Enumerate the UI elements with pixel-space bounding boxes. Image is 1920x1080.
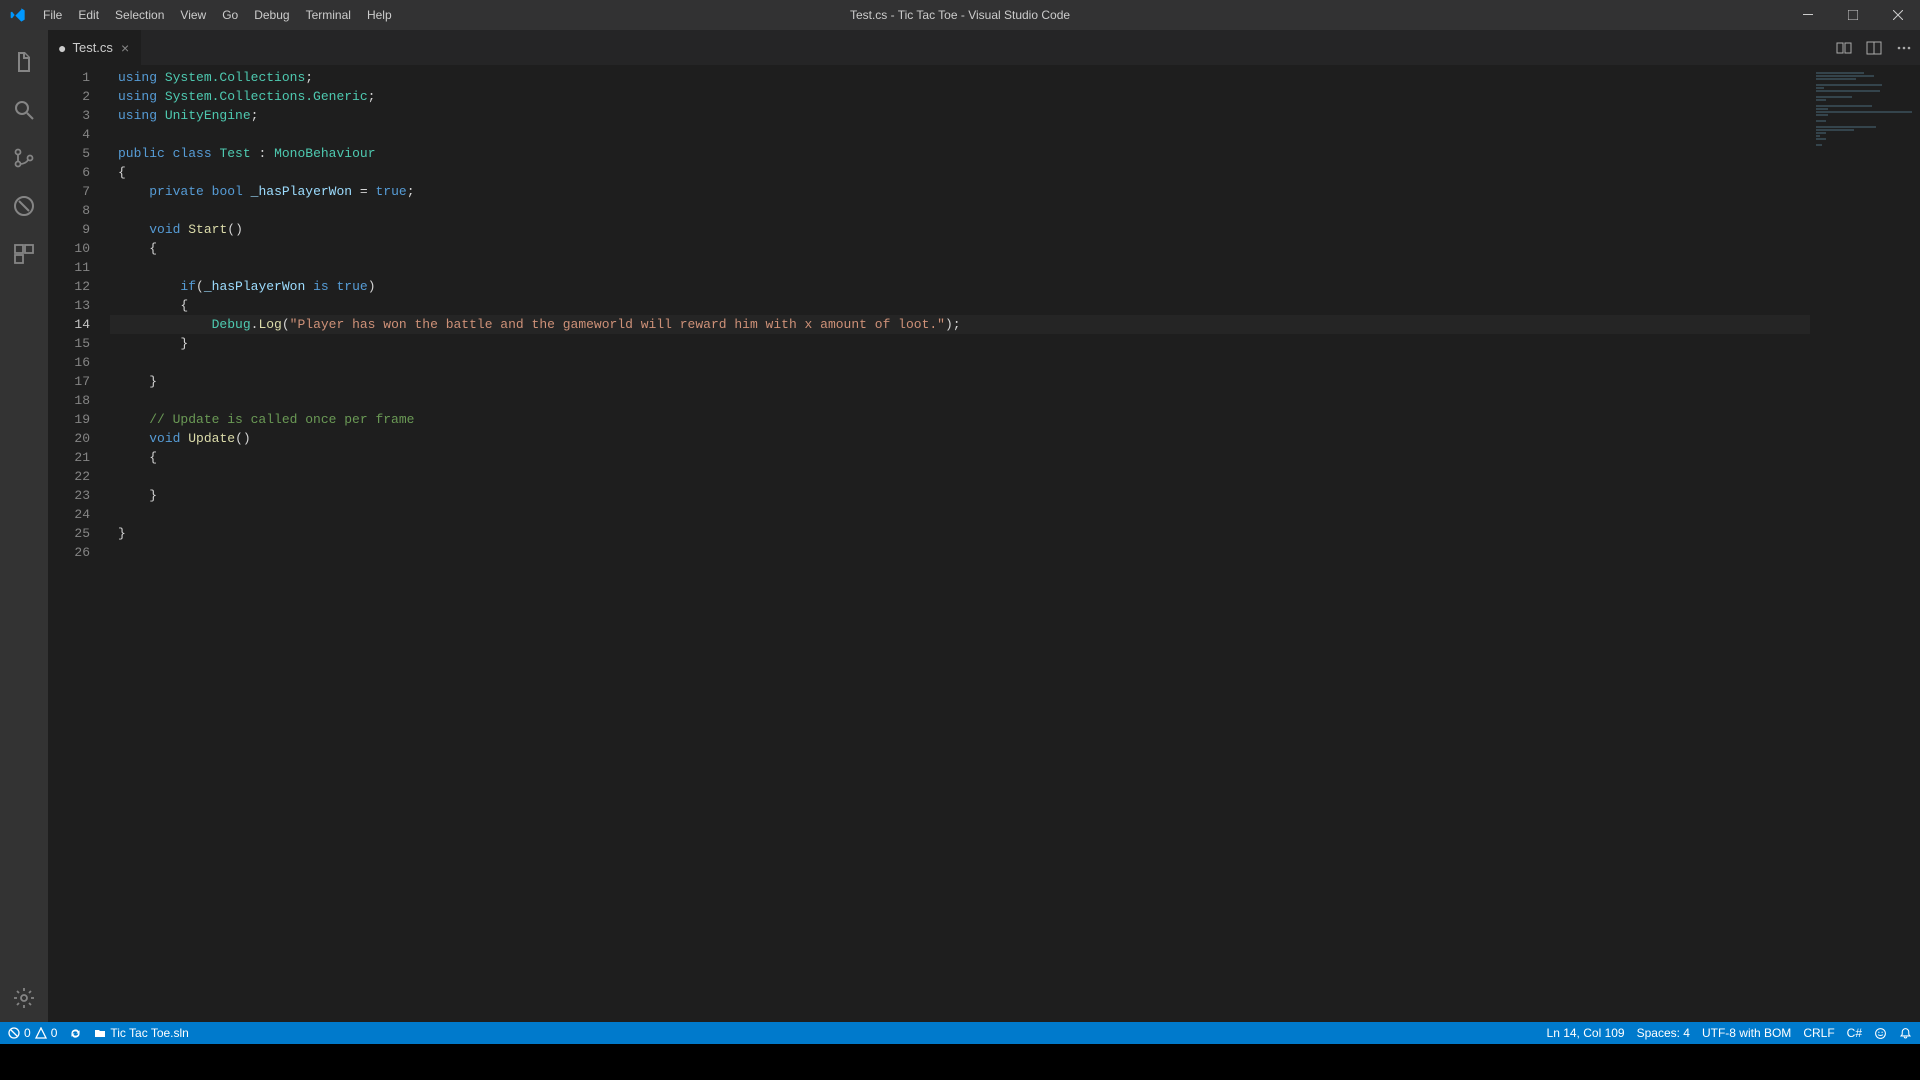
menu-selection[interactable]: Selection bbox=[107, 0, 172, 30]
code-line[interactable]: using UnityEngine; bbox=[110, 106, 1810, 125]
code-line[interactable] bbox=[110, 125, 1810, 144]
status-bar: 0 0 Tic Tac Toe.sln Ln 14, Col 109 Space… bbox=[0, 1022, 1920, 1044]
tab-label: Test.cs bbox=[72, 40, 112, 55]
tab-close-icon[interactable]: × bbox=[119, 40, 131, 56]
activity-bar bbox=[0, 30, 48, 1022]
status-sync[interactable] bbox=[69, 1027, 82, 1040]
window-controls bbox=[1785, 0, 1920, 30]
editor-wrap: 1234567891011121314151617181920212223242… bbox=[48, 65, 1920, 1022]
editor-actions bbox=[1836, 30, 1920, 65]
status-solution[interactable]: Tic Tac Toe.sln bbox=[94, 1026, 188, 1040]
code-line[interactable]: public class Test : MonoBehaviour bbox=[110, 144, 1810, 163]
code-line[interactable]: if(_hasPlayerWon is true) bbox=[110, 277, 1810, 296]
code-editor[interactable]: using System.Collections;using System.Co… bbox=[110, 65, 1810, 1022]
code-line[interactable]: } bbox=[110, 524, 1810, 543]
minimap[interactable] bbox=[1810, 65, 1920, 1022]
vscode-logo-icon bbox=[0, 7, 35, 23]
menu-view[interactable]: View bbox=[172, 0, 214, 30]
editor-area: ● Test.cs × 1234567891011121314151617181… bbox=[48, 30, 1920, 1022]
status-bell-icon[interactable] bbox=[1899, 1027, 1912, 1040]
code-line[interactable]: { bbox=[110, 448, 1810, 467]
code-line[interactable]: private bool _hasPlayerWon = true; bbox=[110, 182, 1810, 201]
code-line[interactable]: { bbox=[110, 296, 1810, 315]
more-actions-icon[interactable] bbox=[1896, 40, 1912, 56]
menu-terminal[interactable]: Terminal bbox=[298, 0, 359, 30]
status-language[interactable]: C# bbox=[1847, 1026, 1862, 1040]
solution-name: Tic Tac Toe.sln bbox=[110, 1026, 188, 1040]
code-line[interactable]: void Update() bbox=[110, 429, 1810, 448]
code-line[interactable]: } bbox=[110, 486, 1810, 505]
settings-gear-icon[interactable] bbox=[0, 974, 48, 1022]
compare-changes-icon[interactable] bbox=[1836, 40, 1852, 56]
code-line[interactable]: void Start() bbox=[110, 220, 1810, 239]
source-control-icon[interactable] bbox=[0, 134, 48, 182]
menu-edit[interactable]: Edit bbox=[70, 0, 107, 30]
menu-debug[interactable]: Debug bbox=[246, 0, 297, 30]
close-button[interactable] bbox=[1875, 0, 1920, 30]
code-line[interactable]: { bbox=[110, 163, 1810, 182]
code-line[interactable] bbox=[110, 543, 1810, 562]
dirty-indicator-icon: ● bbox=[58, 40, 66, 56]
status-feedback-icon[interactable] bbox=[1874, 1027, 1887, 1040]
code-line[interactable] bbox=[110, 201, 1810, 220]
status-encoding[interactable]: UTF-8 with BOM bbox=[1702, 1026, 1791, 1040]
menu-bar: FileEditSelectionViewGoDebugTerminalHelp bbox=[35, 0, 400, 30]
debug-icon[interactable] bbox=[0, 182, 48, 230]
tab-test-cs[interactable]: ● Test.cs × bbox=[48, 30, 142, 65]
title-bar: FileEditSelectionViewGoDebugTerminalHelp… bbox=[0, 0, 1920, 30]
status-problems[interactable]: 0 0 bbox=[8, 1026, 57, 1040]
extensions-icon[interactable] bbox=[0, 230, 48, 278]
warning-count: 0 bbox=[51, 1026, 58, 1040]
split-editor-icon[interactable] bbox=[1866, 40, 1882, 56]
code-line[interactable]: } bbox=[110, 334, 1810, 353]
menu-file[interactable]: File bbox=[35, 0, 70, 30]
editor-tabs: ● Test.cs × bbox=[48, 30, 1920, 65]
search-icon[interactable] bbox=[0, 86, 48, 134]
menu-help[interactable]: Help bbox=[359, 0, 400, 30]
main-area: ● Test.cs × 1234567891011121314151617181… bbox=[0, 30, 1920, 1022]
minimize-button[interactable] bbox=[1785, 0, 1830, 30]
bottom-letterbox bbox=[0, 1044, 1920, 1080]
code-line[interactable]: } bbox=[110, 372, 1810, 391]
explorer-icon[interactable] bbox=[0, 38, 48, 86]
status-eol[interactable]: CRLF bbox=[1803, 1026, 1834, 1040]
code-line[interactable]: using System.Collections.Generic; bbox=[110, 87, 1810, 106]
code-line[interactable]: // Update is called once per frame bbox=[110, 410, 1810, 429]
error-count: 0 bbox=[24, 1026, 31, 1040]
code-line[interactable]: { bbox=[110, 239, 1810, 258]
status-cursor[interactable]: Ln 14, Col 109 bbox=[1547, 1026, 1625, 1040]
code-line[interactable] bbox=[110, 505, 1810, 524]
maximize-button[interactable] bbox=[1830, 0, 1875, 30]
code-line[interactable] bbox=[110, 467, 1810, 486]
menu-go[interactable]: Go bbox=[214, 0, 246, 30]
line-number-gutter: 1234567891011121314151617181920212223242… bbox=[48, 65, 110, 1022]
status-indent[interactable]: Spaces: 4 bbox=[1637, 1026, 1690, 1040]
code-line[interactable]: Debug.Log("Player has won the battle and… bbox=[110, 315, 1810, 334]
code-line[interactable] bbox=[110, 258, 1810, 277]
code-line[interactable] bbox=[110, 353, 1810, 372]
code-line[interactable] bbox=[110, 391, 1810, 410]
code-line[interactable]: using System.Collections; bbox=[110, 68, 1810, 87]
